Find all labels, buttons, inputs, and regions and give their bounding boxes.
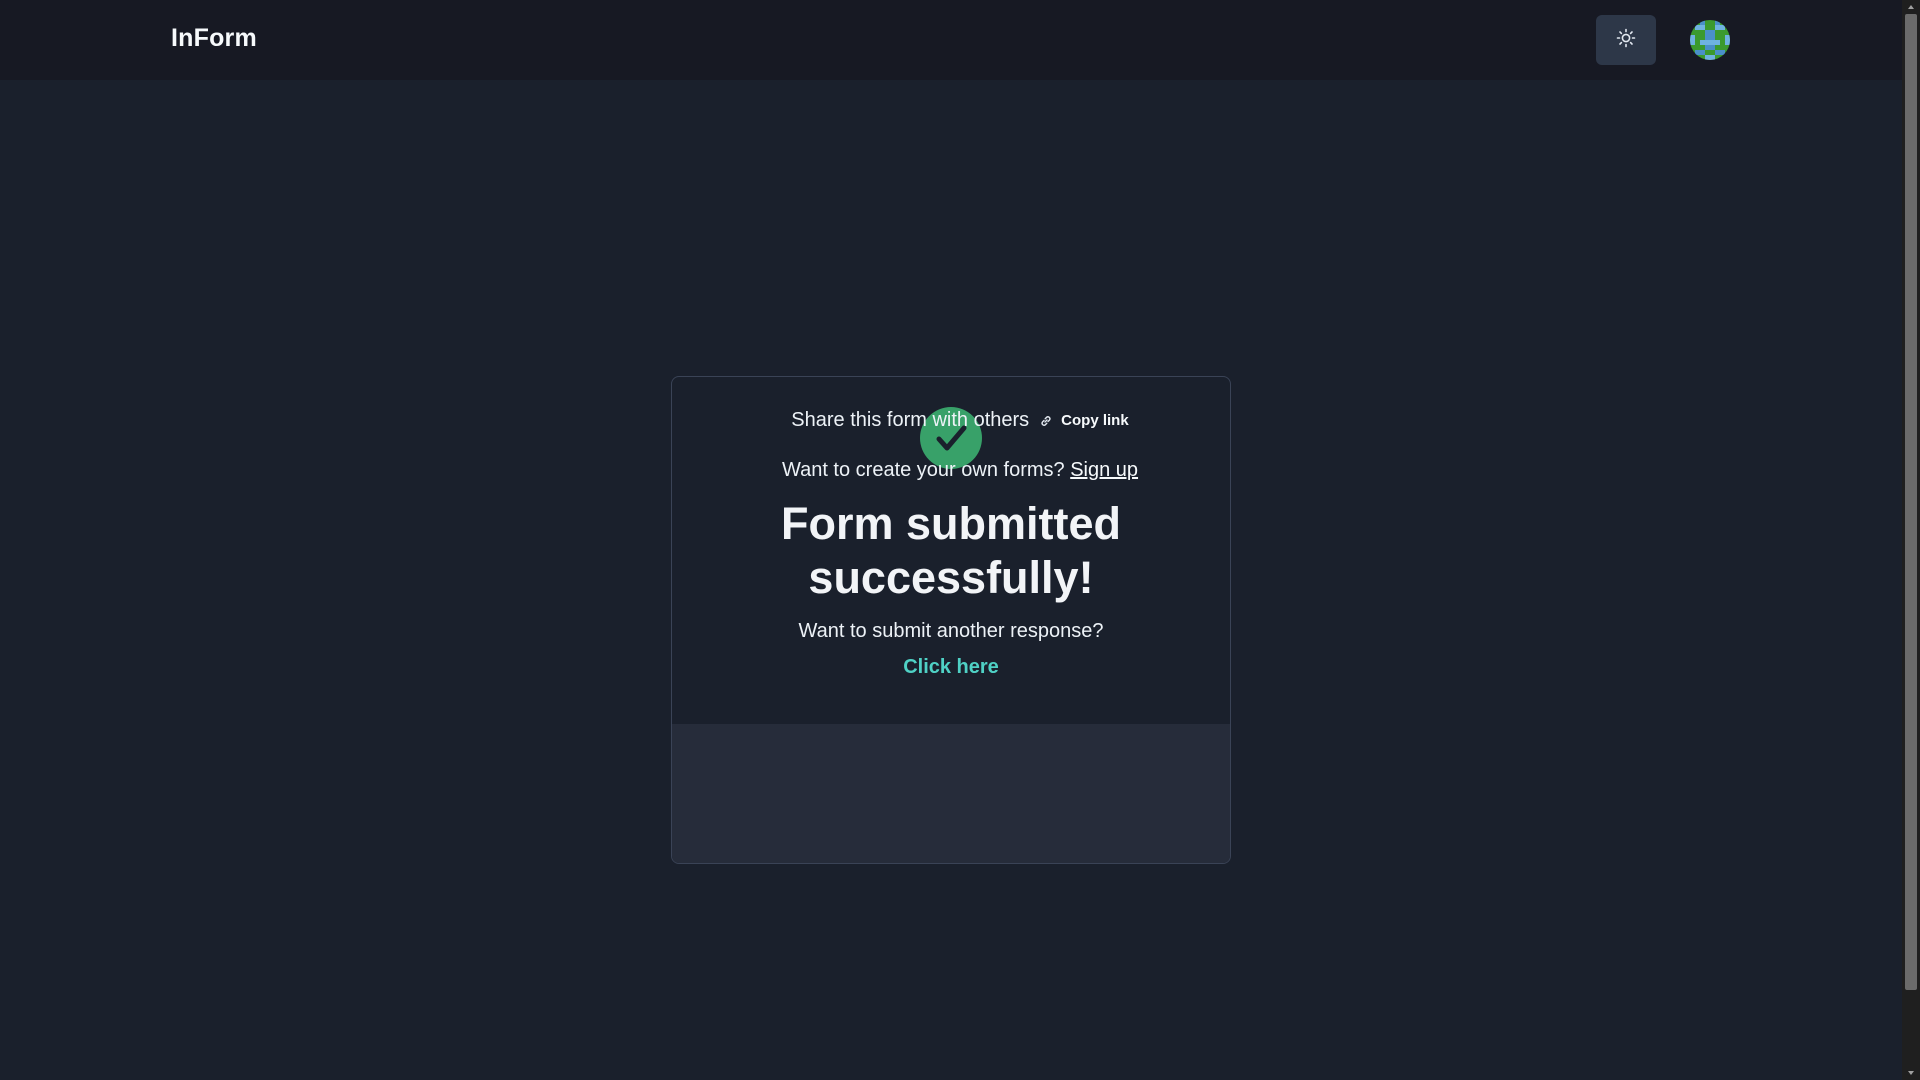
share-text: Share this form with others bbox=[791, 409, 1030, 431]
subtitle: Want to submit another response? bbox=[798, 620, 1104, 642]
submission-success-card: Form submitted successfully! Want to sub… bbox=[671, 376, 1231, 864]
scroll-up-arrow-icon[interactable] bbox=[1902, 0, 1920, 14]
copy-link-button[interactable]: Copy link bbox=[1039, 412, 1129, 429]
copy-link-label: Copy link bbox=[1061, 412, 1129, 429]
page-title: Form submitted successfully! bbox=[672, 497, 1230, 605]
link-icon bbox=[1039, 414, 1053, 428]
scroll-down-arrow-icon[interactable] bbox=[1902, 1066, 1920, 1080]
theme-toggle-button[interactable] bbox=[1596, 15, 1656, 65]
share-row: Share this form with others Copy link bbox=[0, 409, 1920, 432]
title-line-2: successfully! bbox=[808, 552, 1094, 603]
submit-another-link[interactable]: Click here bbox=[672, 656, 1230, 679]
signup-prompt: Want to create your own forms? bbox=[781, 459, 1071, 481]
sun-icon bbox=[1616, 28, 1636, 53]
vertical-scrollbar[interactable] bbox=[1902, 0, 1920, 1080]
scrollbar-thumb[interactable] bbox=[1905, 14, 1917, 990]
avatar[interactable] bbox=[1690, 20, 1730, 60]
signup-link[interactable]: Sign up bbox=[1070, 459, 1138, 481]
card-footer bbox=[672, 724, 1230, 863]
title-line-1: Form submitted bbox=[780, 498, 1121, 549]
top-navbar: InForm bbox=[0, 0, 1902, 80]
signup-row: Want to create your own forms? Sign up bbox=[0, 459, 1920, 482]
page: InForm Form submitted successfully! Want… bbox=[0, 0, 1920, 1080]
brand-logo[interactable]: InForm bbox=[171, 24, 257, 53]
